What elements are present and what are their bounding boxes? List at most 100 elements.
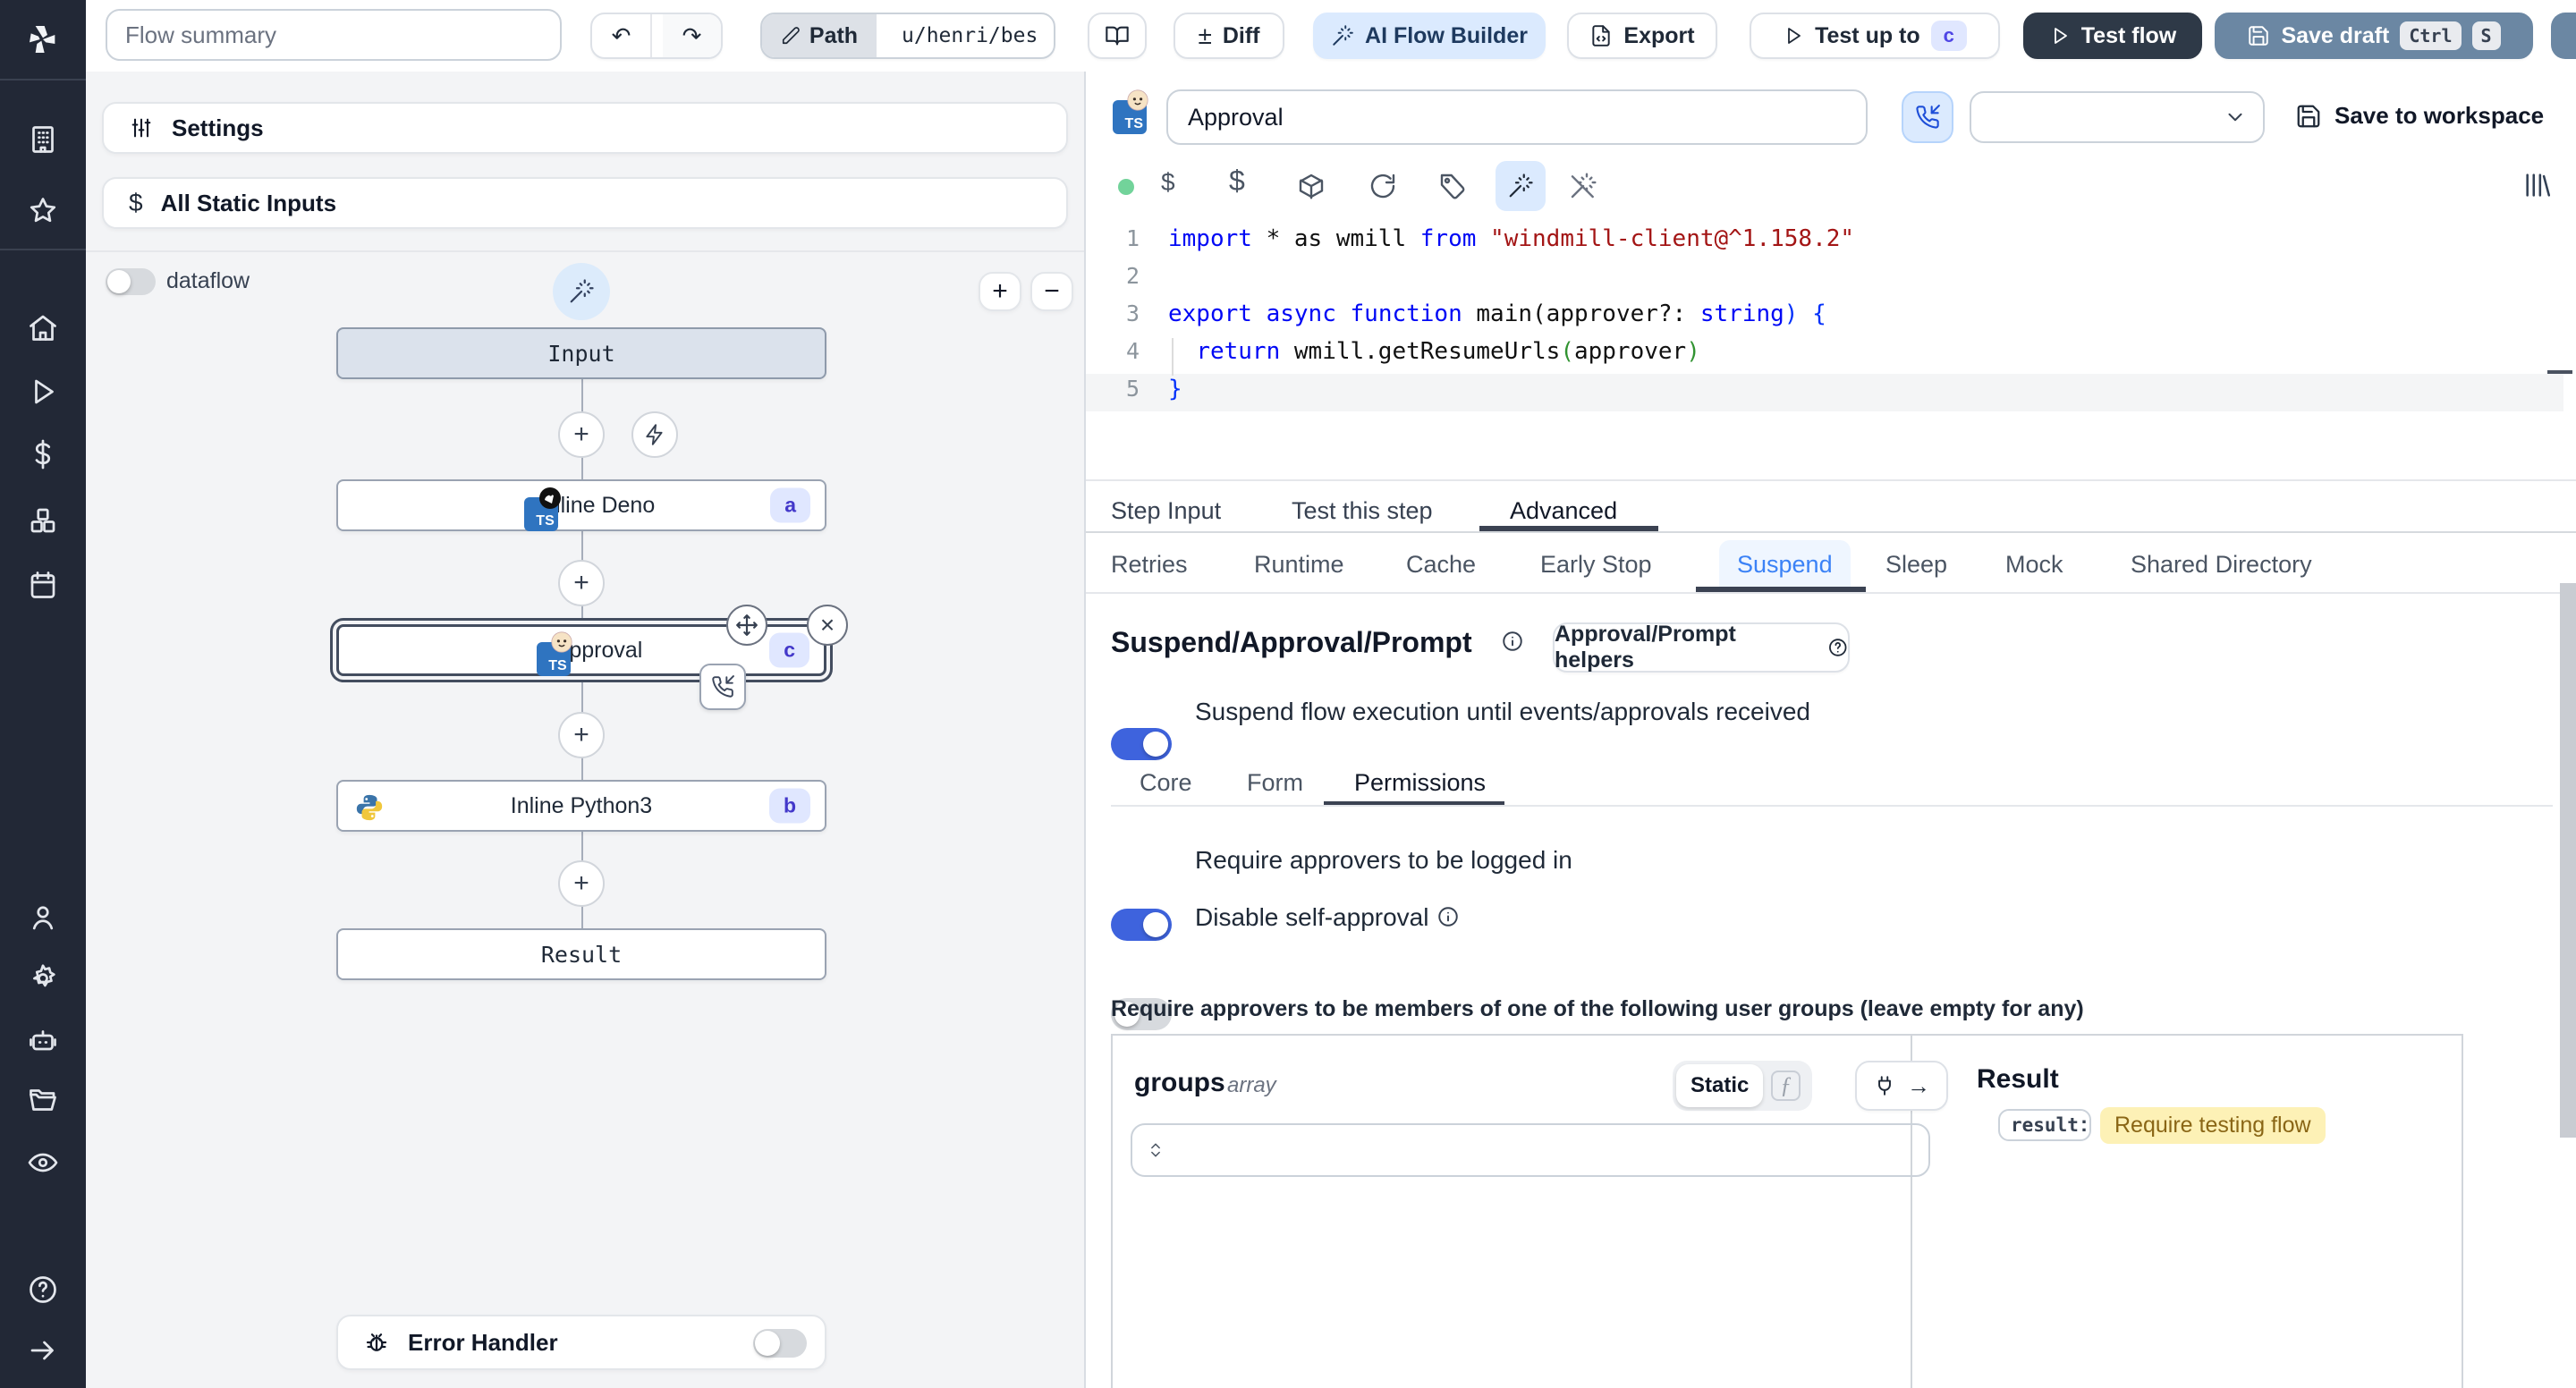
deploy-button-partial[interactable] [2551, 13, 2576, 59]
code-editor[interactable]: 1 2 3 4 5 import * as wmill from "windmi… [1086, 215, 2576, 479]
groups-array-input[interactable] [1131, 1123, 1930, 1177]
sidebar-item-workspace[interactable] [27, 123, 59, 156]
disable-self-approval-label: Disable self-approval [1195, 903, 1429, 931]
suspend-execution-toggle[interactable] [1111, 728, 1172, 760]
export-button[interactable]: Export [1567, 13, 1717, 59]
flow-node-input[interactable]: Input [336, 327, 826, 379]
sidebar-item-resources[interactable] [27, 504, 59, 537]
zoom-out-button[interactable]: − [1030, 272, 1073, 311]
scrollbar-thumb[interactable] [2560, 583, 2576, 1138]
approval-face-icon [551, 631, 572, 653]
dataflow-toggle[interactable] [106, 268, 156, 295]
javascript-option[interactable]: ƒ [1763, 1071, 1809, 1101]
sidebar-item-runs[interactable] [27, 376, 59, 408]
variables-icon[interactable]: $ [1161, 168, 1175, 197]
sidebar-item-favorites[interactable] [27, 195, 59, 227]
all-static-inputs-button[interactable]: $ All Static Inputs [102, 177, 1068, 229]
undo-button[interactable]: ↶ [592, 14, 652, 57]
tab-test-this-step[interactable]: Test this step [1292, 497, 1433, 525]
info-icon[interactable] [1501, 630, 1524, 653]
arrow-right-icon: → [1907, 1071, 1930, 1099]
tag-select[interactable] [1970, 91, 2265, 143]
error-handler-card[interactable]: Error Handler [336, 1315, 826, 1370]
move-step-button[interactable] [726, 605, 767, 646]
library-icon[interactable] [2522, 170, 2553, 200]
redo-button[interactable]: ↷ [663, 14, 721, 57]
package-icon[interactable] [1297, 172, 1326, 200]
add-step-button-1[interactable]: + [558, 411, 605, 458]
result-key-chip[interactable]: result [1998, 1109, 2091, 1141]
tab-permissions[interactable]: Permissions [1354, 769, 1486, 797]
input-node-label: Input [547, 340, 615, 367]
sidebar-item-settings[interactable] [27, 962, 59, 994]
result-panel-title: Result [1977, 1064, 2059, 1094]
subtab-early-stop[interactable]: Early Stop [1540, 551, 1652, 579]
sidebar-item-folders[interactable] [27, 1084, 59, 1116]
sidebar-item-schedules[interactable] [27, 569, 59, 601]
sidebar-item-help[interactable] [27, 1274, 59, 1306]
windmill-logo[interactable] [0, 0, 86, 80]
static-option[interactable]: Static [1676, 1064, 1764, 1107]
line-number: 1 [1125, 225, 1140, 251]
step-editor-panel: TS Approval Save to workspace $ $ 1 2 3 … [1086, 72, 2576, 1388]
delete-step-button[interactable]: × [807, 605, 848, 646]
ai-assistant-button[interactable] [1496, 161, 1546, 211]
add-step-button-2[interactable]: + [558, 560, 605, 606]
subtab-suspend[interactable]: Suspend [1719, 540, 1851, 589]
flow-summary-input[interactable]: Flow summary [106, 9, 562, 61]
error-handler-toggle[interactable] [753, 1329, 807, 1358]
diff-button[interactable]: ± Diff [1174, 13, 1284, 59]
add-step-button-4[interactable]: + [558, 860, 605, 907]
approval-prompt-helpers-button[interactable]: Approval/Prompt helpers [1553, 622, 1850, 673]
subtab-retries[interactable]: Retries [1111, 551, 1188, 579]
windmill-flow-editor: Flow summary ↶ ↷ Path u/henri/bes ± Diff… [0, 0, 2576, 1388]
tab-advanced[interactable]: Advanced [1510, 497, 1617, 525]
subtab-cache[interactable]: Cache [1406, 551, 1476, 579]
tag-icon[interactable] [1438, 172, 1467, 200]
typescript-icon: TS [536, 631, 572, 676]
sidebar-item-users[interactable] [27, 901, 59, 934]
zoom-in-button[interactable]: + [979, 272, 1021, 311]
sidebar-item-audit[interactable] [27, 1147, 59, 1179]
subtab-runtime[interactable]: Runtime [1254, 551, 1344, 579]
flow-node-result[interactable]: Result [336, 928, 826, 980]
sidebar-item-variables[interactable] [27, 438, 59, 470]
line-number: 3 [1125, 300, 1140, 326]
subtab-shared-directory[interactable]: Shared Directory [2131, 551, 2312, 579]
resources-icon[interactable]: $ [1229, 165, 1245, 198]
zap-icon [646, 424, 663, 445]
flow-node-python[interactable]: Inline Python3 b [336, 780, 826, 832]
graph-ai-button[interactable] [553, 263, 610, 320]
tab-core[interactable]: Core [1140, 769, 1192, 797]
docs-button[interactable] [1088, 13, 1147, 59]
add-step-button-3[interactable]: + [558, 712, 605, 758]
tab-step-input[interactable]: Step Input [1111, 497, 1221, 525]
ai-flow-builder-button[interactable]: AI Flow Builder [1313, 13, 1546, 59]
sidebar-item-home[interactable] [27, 311, 59, 343]
info-icon[interactable] [1436, 905, 1460, 928]
ai-disable-button[interactable] [1569, 172, 1597, 200]
sidebar-collapse[interactable] [27, 1334, 59, 1367]
flow-node-deno[interactable]: TS Inline Deno a [336, 479, 826, 531]
flow-settings-button[interactable]: Settings [102, 102, 1068, 154]
connect-input-button[interactable]: → [1855, 1061, 1948, 1111]
python-node-label: Inline Python3 [510, 792, 653, 818]
path-button[interactable]: Path u/henri/bes [760, 13, 1055, 59]
save-icon [2297, 105, 2320, 127]
test-flow-button[interactable]: Test flow [2023, 13, 2202, 59]
step-name-input[interactable]: Approval [1166, 89, 1868, 145]
save-to-workspace-button[interactable]: Save to workspace [2295, 102, 2544, 130]
sidebar-item-workers[interactable] [27, 1025, 59, 1057]
reload-icon[interactable] [1368, 172, 1397, 200]
subtab-mock[interactable]: Mock [2005, 551, 2063, 579]
suspend-step-toggle-button[interactable] [1902, 91, 1953, 143]
save-draft-button[interactable]: Save draft Ctrl S [2215, 13, 2533, 59]
tab-form[interactable]: Form [1247, 769, 1303, 797]
phone-incoming-icon [1916, 105, 1940, 129]
windmill-logo-icon [30, 26, 55, 53]
require-logged-in-toggle[interactable] [1111, 909, 1172, 941]
add-trigger-button[interactable] [631, 411, 678, 458]
building-icon [32, 126, 54, 153]
test-up-to-button[interactable]: Test up to c [1750, 13, 2000, 59]
subtab-sleep[interactable]: Sleep [1885, 551, 1947, 579]
